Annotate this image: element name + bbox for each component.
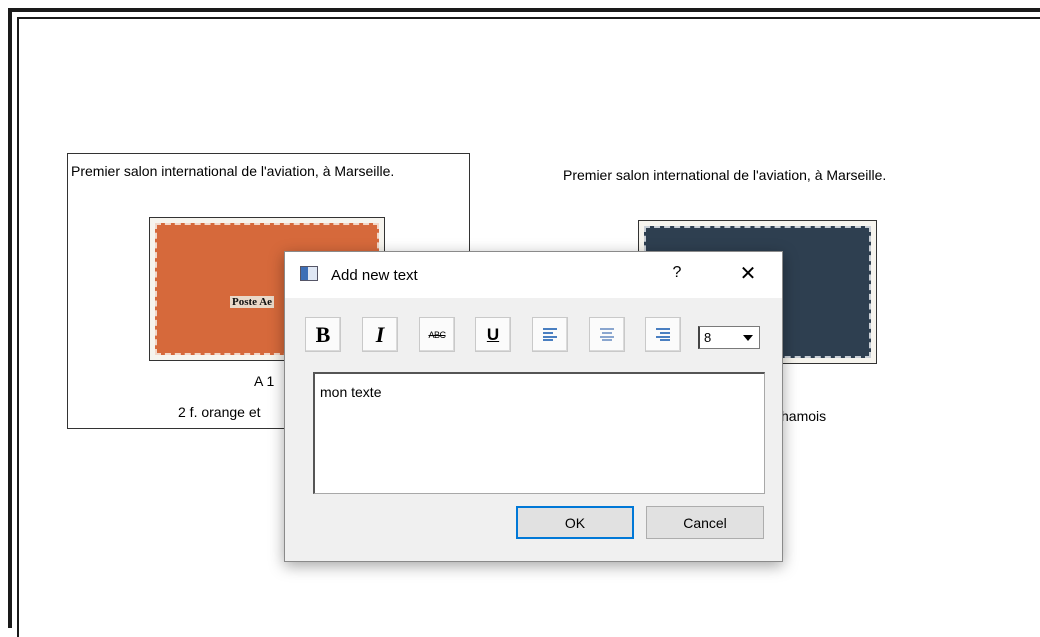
stamp-caption-right: Premier salon international de l'aviatio…	[563, 167, 887, 183]
add-text-dialog: Add new text ? ✕ B I ABC U 8 mon texte O…	[284, 251, 783, 562]
font-size-value: 8	[704, 330, 712, 345]
strikethrough-icon: ABC	[428, 329, 446, 340]
stamp-description-right: hamois	[781, 408, 827, 424]
font-size-select[interactable]: 8	[698, 326, 760, 349]
underline-icon: U	[486, 324, 500, 344]
close-button[interactable]: ✕	[737, 261, 759, 285]
bold-button[interactable]: B	[305, 317, 341, 352]
stamp-caption-left: Premier salon international de l'aviatio…	[71, 163, 395, 179]
italic-icon: I	[375, 321, 385, 347]
help-button[interactable]: ?	[669, 264, 685, 282]
underline-button[interactable]: U	[475, 317, 511, 352]
app-icon	[300, 266, 318, 281]
align-left-icon	[543, 328, 557, 341]
italic-button[interactable]: I	[362, 317, 398, 352]
align-center-icon	[600, 328, 614, 341]
dialog-title: Add new text	[331, 267, 418, 284]
align-right-button[interactable]	[645, 317, 681, 352]
align-right-icon	[656, 328, 670, 341]
align-left-button[interactable]	[532, 317, 568, 352]
cancel-button[interactable]: Cancel	[646, 506, 764, 539]
align-center-button[interactable]	[589, 317, 625, 352]
stamp-catalog-number-left: A 1	[254, 373, 275, 389]
text-input[interactable]: mon texte	[313, 372, 765, 494]
bold-icon: B	[315, 321, 331, 347]
text-input-value: mon texte	[320, 384, 382, 400]
stamp-description-left: 2 f. orange et	[178, 404, 261, 420]
strikethrough-button[interactable]: ABC	[419, 317, 455, 352]
stamp-overprint: Poste Ae	[230, 296, 275, 308]
chevron-down-icon[interactable]	[743, 335, 753, 341]
ok-button[interactable]: OK	[516, 506, 634, 539]
dialog-titlebar[interactable]: Add new text ? ✕	[285, 252, 782, 298]
